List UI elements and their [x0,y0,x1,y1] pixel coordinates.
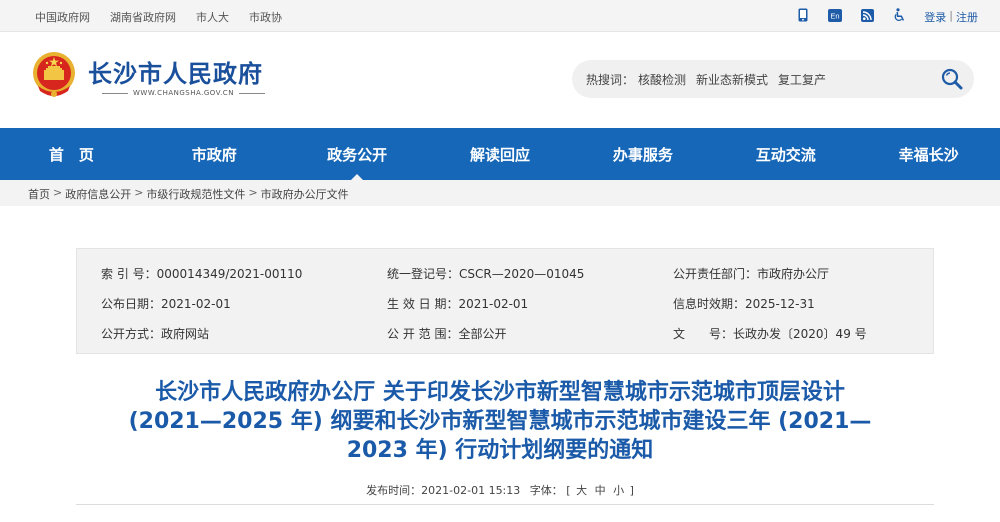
login-separator: | [949,9,953,22]
top-icons: En [778,8,906,22]
hot-search-label: 热搜词： [586,73,635,87]
publish-time-label: 发布时间： [366,484,422,497]
external-links: 中国政府网 湖南省政府网 市人大 市政协 [35,9,302,25]
document-title-line: (2021—2025 年) 纲要和长沙市新型智慧城市示范城市建设三年 (2021… [128,409,872,434]
top-utility-bar: 中国政府网 湖南省政府网 市人大 市政协 En 登录 | 注册 [0,0,1000,32]
nav-services[interactable]: 办事服务 [571,128,714,180]
info-label: 索 引 号： [101,267,157,281]
info-label: 公开责任部门： [673,267,758,281]
link-npc[interactable]: 市人大 [196,9,229,25]
info-disclosure-method: 公开方式：政府网站 [101,325,209,342]
font-bracket-close: ] [629,484,634,497]
login-links: 登录 | 注册 [924,9,978,25]
document-title-line: 2023 年) 行动计划纲要的通知 [346,438,654,463]
info-value: CSCR—2020—01045 [459,267,585,281]
info-document-number: 文 号：长政办发〔2020〕49 号 [673,325,867,342]
site-title[interactable]: 长沙市人民政府 [88,54,263,89]
link-hunan-gov[interactable]: 湖南省政府网 [110,9,176,25]
font-size-medium-button[interactable]: 中 [595,484,606,497]
nav-city-government[interactable]: 市政府 [143,128,286,180]
info-responsible-department: 公开责任部门：市政府办公厅 [673,265,829,282]
link-cppcc[interactable]: 市政协 [249,9,282,25]
url-dash-right [238,92,265,94]
info-row: 索 引 号：000014349/2021-00110 统一登记号：CSCR—20… [77,265,935,281]
info-registration-number: 统一登记号：CSCR—2020—01045 [387,265,584,282]
breadcrumb-bar: 首页 > 政府信息公开 > 市级行政规范性文件 > 市政府办公厅文件 [0,180,1000,206]
info-label: 公开方式： [101,327,162,341]
info-value: 长政办发〔2020〕49 号 [733,327,867,341]
font-size-label: 字体： [529,484,563,497]
content-divider [76,504,934,505]
info-label: 统一登记号： [387,267,460,281]
info-publish-date: 公布日期：2021-02-01 [101,295,231,312]
nav-government-affairs[interactable]: 政务公开 [286,128,429,181]
rss-icon[interactable] [860,8,874,22]
accessibility-icon[interactable] [892,8,906,22]
breadcrumb-normative-docs[interactable]: 市级行政规范性文件 [146,186,245,202]
info-index-number: 索 引 号：000014349/2021-00110 [101,265,302,282]
info-validity-period: 信息时效期：2025-12-31 [673,295,815,312]
register-link[interactable]: 注册 [956,9,978,25]
breadcrumb-separator: > [134,186,144,199]
breadcrumb-home[interactable]: 首页 [28,186,50,202]
info-label: 生 效 日 期： [387,297,459,311]
search-icon[interactable] [940,67,964,91]
site-url-text: WWW.CHANGSHA.GOV.CN [133,89,234,97]
hot-link-resume-work[interactable]: 复工复产 [778,71,826,88]
nav-home[interactable]: 首 页 [0,128,143,180]
info-row: 公开方式：政府网站 公 开 范 围：全部公开 文 号：长政办发〔2020〕49 … [77,325,935,341]
login-link[interactable]: 登录 [924,9,946,25]
site-header: 长沙市人民政府 WWW.CHANGSHA.GOV.CN 热搜词： 核酸检测 新业… [0,32,1000,128]
publish-time: 2021-02-01 15:13 [421,484,521,497]
info-value: 政府网站 [161,327,210,341]
main-nav: 首 页 市政府 政务公开 解读回应 办事服务 互动交流 幸福长沙 [0,128,1000,181]
nav-interaction[interactable]: 互动交流 [714,128,857,180]
english-icon-text: En [830,11,839,20]
link-china-gov[interactable]: 中国政府网 [35,9,90,25]
info-value: 市政府办公厅 [757,267,830,281]
search-box[interactable]: 热搜词： 核酸检测 新业态新模式 复工复产 [572,60,974,98]
info-label: 公布日期： [101,297,162,311]
site-url: WWW.CHANGSHA.GOV.CN [97,89,270,97]
breadcrumb-separator: > [248,186,258,199]
nav-interpretation[interactable]: 解读回应 [429,128,572,180]
font-bracket-open: [ [566,484,571,497]
info-label: 文 号： [673,327,734,341]
hot-link-nucleic-test[interactable]: 核酸检测 [638,71,686,88]
english-icon[interactable]: En [828,8,842,22]
document-title-line: 长沙市人民政府办公厅 关于印发长沙市新型智慧城市示范城市顶层设计 [155,380,845,405]
info-label: 信息时效期： [673,297,746,311]
url-dash-left [102,92,128,94]
info-disclosure-scope: 公 开 范 围：全部公开 [387,325,506,342]
hot-search-links: 核酸检测 新业态新模式 复工复产 [638,71,836,88]
mobile-icon[interactable] [796,8,810,22]
breadcrumb-separator: > [53,186,63,199]
national-emblem-logo[interactable] [30,50,78,102]
font-size-small-button[interactable]: 小 [613,484,624,497]
document-info-table: 索 引 号：000014349/2021-00110 统一登记号：CSCR—20… [76,248,934,354]
document-title: 长沙市人民政府办公厅 关于印发长沙市新型智慧城市示范城市顶层设计 (2021—2… [70,378,930,465]
info-value: 2025-12-31 [745,297,815,311]
breadcrumb-info-disclosure[interactable]: 政府信息公开 [65,186,131,202]
info-value: 2021-02-01 [161,297,231,311]
hot-link-new-business[interactable]: 新业态新模式 [696,71,768,88]
breadcrumb-office-docs[interactable]: 市政府办公厅文件 [261,186,349,202]
document-meta: 发布时间：2021-02-01 15:13 字体： [ 大 中 小 ] [0,482,1000,498]
breadcrumb: 首页 > 政府信息公开 > 市级行政规范性文件 > 市政府办公厅文件 [28,186,349,202]
info-value: 全部公开 [458,327,507,341]
info-value: 2021-02-01 [458,297,529,311]
info-label: 公 开 范 围： [387,327,459,341]
info-effective-date: 生 效 日 期：2021-02-01 [387,295,528,312]
font-size-large-button[interactable]: 大 [576,484,587,497]
nav-happy-changsha[interactable]: 幸福长沙 [857,128,1000,180]
info-value: 000014349/2021-00110 [156,267,303,281]
info-row: 公布日期：2021-02-01 生 效 日 期：2021-02-01 信息时效期… [77,295,935,311]
